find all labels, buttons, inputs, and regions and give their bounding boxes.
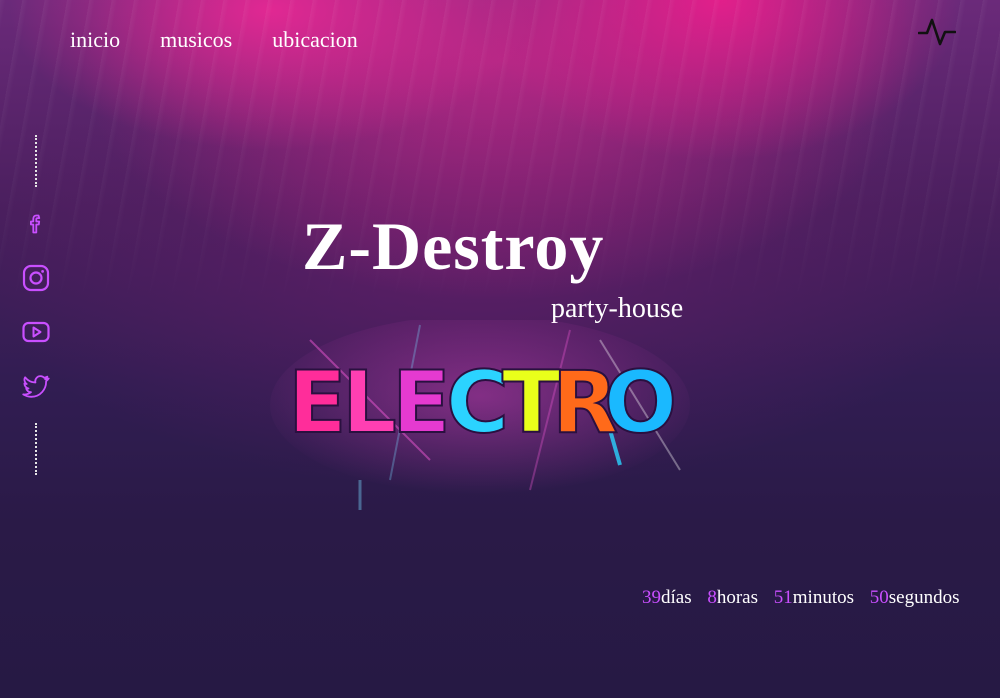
twitter-icon[interactable] xyxy=(21,371,51,401)
logo-letter-e2: E xyxy=(392,353,451,453)
social-sidebar xyxy=(20,135,52,475)
event-countdown: 39días 8horas 51minutos 50segundos xyxy=(642,587,959,609)
logo-letter-l: L xyxy=(342,353,397,453)
countdown-hours-label: horas xyxy=(716,587,759,608)
countdown-seconds-value: 50 xyxy=(869,587,889,608)
divider-top xyxy=(35,135,37,187)
nav-item-musicos[interactable]: musicos xyxy=(160,27,232,53)
page-subtitle: party-house xyxy=(551,293,684,324)
countdown-minutes-value: 51 xyxy=(773,587,793,608)
youtube-icon[interactable] xyxy=(21,317,51,347)
instagram-icon[interactable] xyxy=(21,263,51,293)
divider-bottom xyxy=(35,423,37,475)
countdown-minutes-label: minutos xyxy=(792,587,854,608)
countdown-seconds-label: segundos xyxy=(888,587,960,608)
logo-letter-c: C xyxy=(446,353,509,453)
logo-letter-e1: E xyxy=(288,353,347,453)
facebook-icon[interactable] xyxy=(21,209,51,239)
page-title: Z-Destroy xyxy=(302,208,605,284)
logo-letter-o: O xyxy=(604,353,677,453)
countdown-days-label: días xyxy=(661,587,692,608)
countdown-hours-value: 8 xyxy=(707,587,717,608)
electro-logo: E L E C T R O xyxy=(270,320,690,510)
activity-pulse-icon[interactable] xyxy=(918,14,956,50)
main-nav: inicio musicos ubicacion xyxy=(70,27,358,53)
countdown-days-value: 39 xyxy=(642,587,661,608)
nav-item-ubicacion[interactable]: ubicacion xyxy=(272,27,358,53)
nav-item-inicio[interactable]: inicio xyxy=(70,27,120,53)
